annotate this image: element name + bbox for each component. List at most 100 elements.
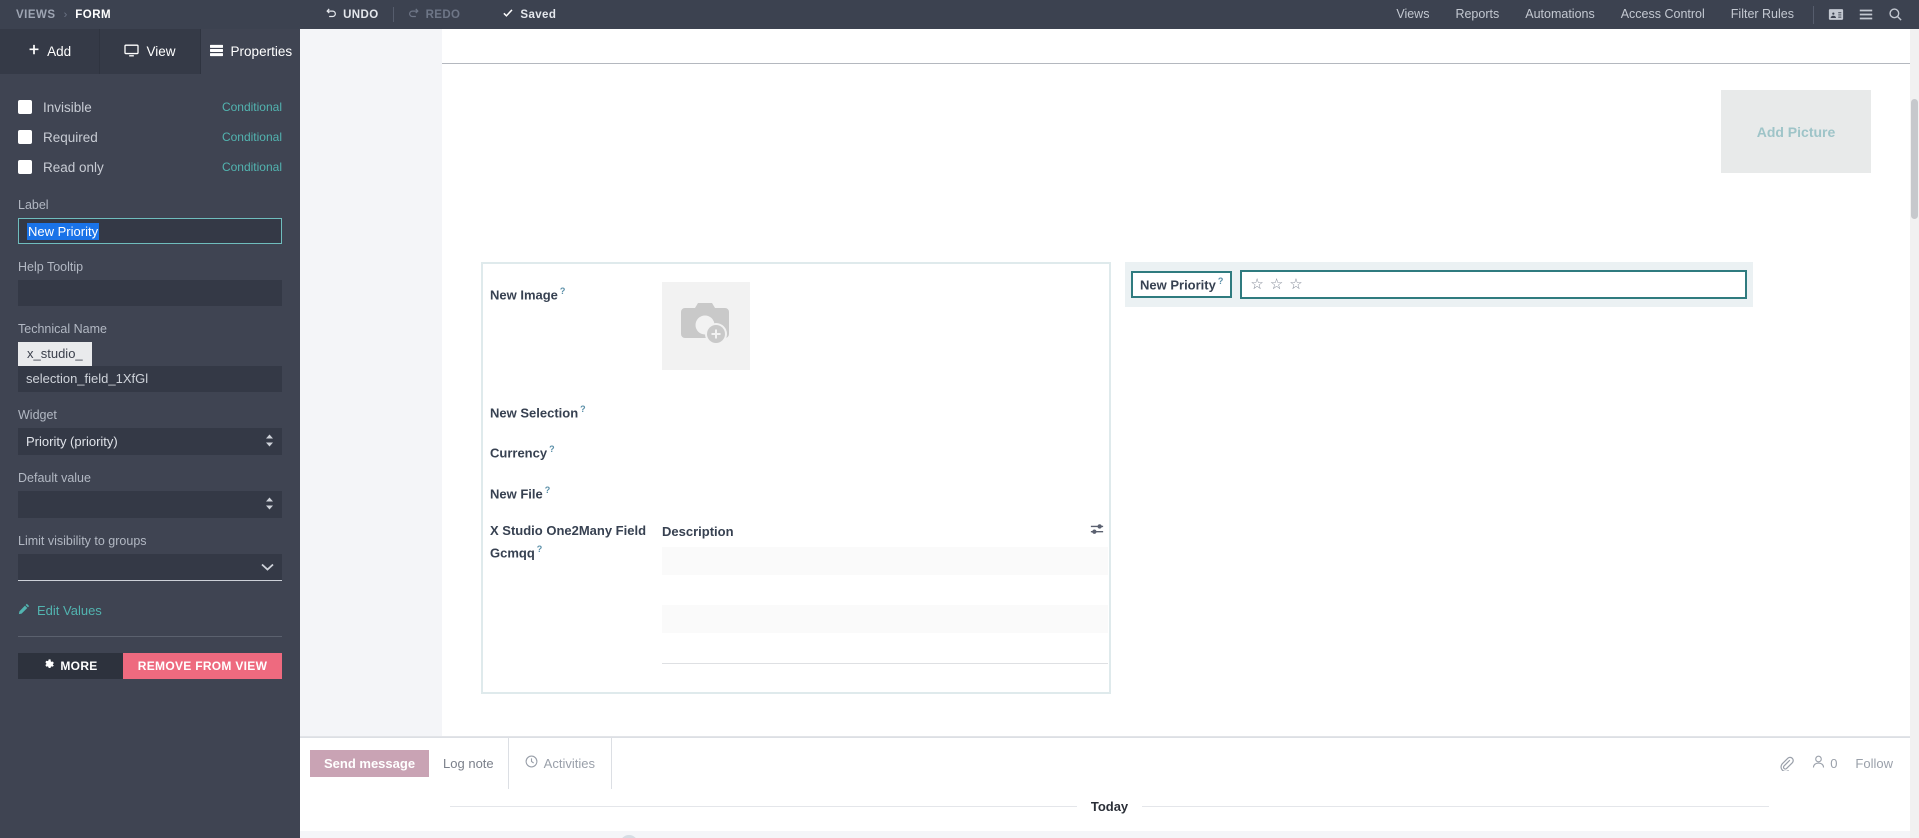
undo-label: UNDO (343, 8, 379, 21)
properties-icon (209, 44, 224, 60)
saved-label: Saved (520, 8, 557, 21)
help-icon[interactable]: ? (560, 286, 566, 296)
remove-from-view-button[interactable]: REMOVE FROM VIEW (123, 653, 282, 679)
star-icon-3[interactable]: ☆ (1289, 277, 1302, 292)
breadcrumb-separator: › (63, 8, 68, 21)
followers-indicator[interactable]: 0 (1812, 755, 1837, 772)
checkbox-row-invisible: Invisible Conditional (18, 92, 282, 122)
follow-button[interactable]: Follow (1855, 756, 1893, 771)
field-value-new-file[interactable] (662, 481, 1109, 503)
help-icon[interactable]: ? (549, 444, 555, 454)
undo-icon (325, 7, 337, 22)
technical-name-prefix: x_studio_ (18, 342, 92, 366)
priority-field-input[interactable]: ☆ ☆ ☆ (1240, 270, 1747, 299)
help-icon[interactable]: ? (1218, 276, 1224, 286)
field-label-text: New Image (490, 287, 558, 303)
limit-visibility-group: Limit visibility to groups (18, 534, 282, 581)
menu-icon[interactable] (1858, 8, 1874, 21)
field-label-text: Currency (490, 445, 548, 461)
sliders-icon[interactable] (1090, 523, 1104, 541)
check-icon (502, 7, 514, 22)
required-checkbox[interactable] (18, 130, 32, 144)
default-value-select[interactable] (18, 491, 282, 518)
star-icon-1[interactable]: ☆ (1250, 277, 1263, 292)
send-message-button[interactable]: Send message (310, 749, 430, 777)
technical-name-caption: Technical Name (18, 322, 107, 336)
undo-button[interactable]: UNDO (311, 0, 392, 29)
sidebar-tab-properties[interactable]: Properties (200, 29, 300, 74)
default-value-caption: Default value (18, 471, 91, 485)
star-icon-2[interactable]: ☆ (1270, 277, 1283, 292)
field-row-one2many: X Studio One2Many Field Gcmqq? Descripti… (490, 521, 1109, 664)
field-value-currency[interactable] (662, 440, 1109, 462)
person-icon (1812, 755, 1825, 772)
sidebar-tab-add-label: Add (47, 44, 72, 59)
plus-icon (28, 44, 40, 59)
readonly-checkbox[interactable] (18, 160, 32, 174)
properties-sidebar: Add View Properties Invisible Conditiona… (0, 29, 300, 838)
help-icon[interactable]: ? (545, 485, 551, 495)
send-message-label: Send message (324, 755, 416, 771)
help-icon[interactable]: ? (537, 544, 543, 554)
one2many-column-description[interactable]: Description (662, 524, 734, 539)
chatter: Send message Log note Activities 0 Follo… (300, 736, 1919, 838)
priority-field-label[interactable]: New Priority? (1131, 271, 1233, 298)
one2many-row[interactable] (662, 546, 1108, 575)
edit-values-link[interactable]: Edit Values (18, 603, 282, 618)
scrollbar-thumb[interactable] (1911, 99, 1918, 219)
page-scrollbar[interactable] (1910, 29, 1919, 838)
nav-views[interactable]: Views (1383, 0, 1442, 29)
default-value-group: Default value (18, 471, 282, 518)
field-label-one2many[interactable]: X Studio One2Many Field Gcmqq? (490, 521, 662, 664)
paperclip-icon[interactable] (1779, 756, 1794, 771)
widget-value: Priority (priority) (26, 434, 118, 449)
breadcrumb-views[interactable]: VIEWS (16, 9, 56, 21)
log-note-button[interactable]: Log note (429, 750, 508, 777)
add-picture-label: Add Picture (1756, 123, 1836, 140)
nav-filter-rules[interactable]: Filter Rules (1718, 0, 1807, 29)
top-bar: VIEWS › FORM UNDO REDO Saved Views Repor… (0, 0, 1919, 29)
redo-button[interactable]: REDO (394, 0, 475, 29)
search-icon[interactable] (1888, 7, 1903, 22)
readonly-conditional-link[interactable]: Conditional (222, 160, 282, 174)
sidebar-tab-view[interactable]: View (100, 29, 201, 74)
sidebar-divider (18, 636, 282, 637)
more-button-label: MORE (60, 659, 98, 673)
breadcrumb-form[interactable]: FORM (75, 9, 111, 21)
chatter-toolbar: Send message Log note Activities 0 Follo… (300, 737, 1919, 789)
field-label-new-image[interactable]: New Image? (490, 282, 662, 370)
contact-card-icon[interactable] (1828, 8, 1844, 21)
label-field-caption: Label (18, 198, 49, 212)
one2many-row[interactable] (662, 604, 1108, 633)
activities-button[interactable]: Activities (507, 737, 612, 789)
help-icon[interactable]: ? (580, 404, 586, 414)
remove-button-label: REMOVE FROM VIEW (137, 659, 268, 673)
chatter-right-group: 0 Follow (1779, 755, 1919, 772)
field-value-new-selection[interactable] (662, 400, 1109, 422)
more-button[interactable]: MORE (18, 653, 123, 679)
today-line-left (450, 806, 1077, 807)
limit-visibility-select[interactable] (18, 554, 282, 581)
widget-select[interactable]: Priority (priority) (18, 428, 282, 455)
top-icon-group (1820, 7, 1919, 22)
nav-reports[interactable]: Reports (1442, 0, 1512, 29)
nav-automations[interactable]: Automations (1512, 0, 1607, 29)
help-tooltip-input[interactable] (18, 280, 282, 306)
redo-icon (408, 7, 420, 22)
invisible-conditional-link[interactable]: Conditional (222, 100, 282, 114)
form-sheet: Add Picture New Image? New Selection ? C… (442, 64, 1919, 736)
add-picture-button[interactable]: Add Picture (1721, 90, 1871, 173)
label-input[interactable]: New Priority (18, 218, 282, 244)
field-label-currency[interactable]: Currency? (490, 440, 662, 462)
image-upload-placeholder[interactable] (662, 282, 750, 370)
invisible-checkbox[interactable] (18, 100, 32, 114)
field-label-new-file[interactable]: New File? (490, 481, 662, 503)
label-field-group: Label New Priority (18, 198, 282, 244)
field-label-new-selection[interactable]: New Selection? (490, 400, 662, 422)
technical-name-input[interactable]: selection_field_1XfGl (18, 366, 282, 392)
nav-access-control[interactable]: Access Control (1608, 0, 1718, 29)
sidebar-tab-add[interactable]: Add (0, 29, 101, 74)
required-conditional-link[interactable]: Conditional (222, 130, 282, 144)
control-panel (442, 29, 1919, 64)
nav-divider (1813, 5, 1814, 24)
